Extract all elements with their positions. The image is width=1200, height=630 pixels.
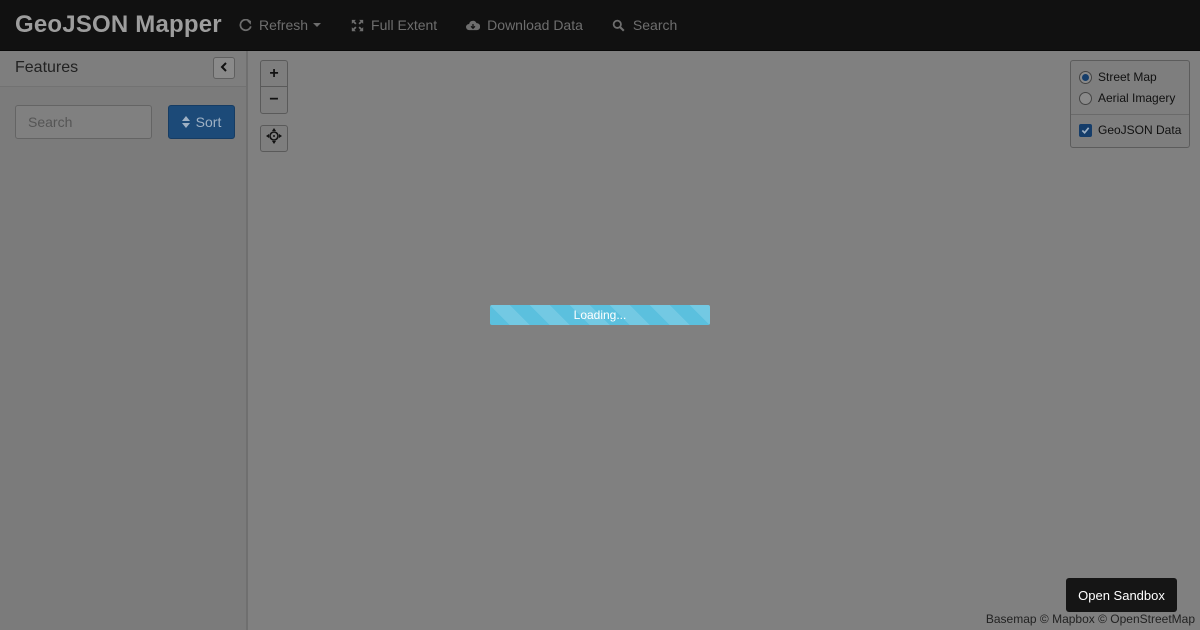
feature-search-input[interactable] bbox=[15, 105, 152, 139]
basemap-street-map[interactable]: Street Map bbox=[1079, 70, 1157, 84]
geojson-data-checkbox[interactable] bbox=[1079, 123, 1092, 137]
basemap-aerial-imagery[interactable]: Aerial Imagery bbox=[1079, 91, 1175, 105]
search-icon bbox=[612, 18, 626, 32]
sort-button[interactable]: Sort bbox=[168, 105, 235, 139]
full-extent-button[interactable]: Full Extent bbox=[350, 0, 437, 51]
aerial-imagery-label: Aerial Imagery bbox=[1098, 91, 1176, 105]
refresh-icon bbox=[238, 18, 252, 32]
refresh-label: Refresh bbox=[259, 17, 309, 33]
geojson-data-label: GeoJSON Data bbox=[1098, 123, 1182, 137]
full-extent-label: Full Extent bbox=[371, 17, 438, 33]
zoom-out-button[interactable]: − bbox=[261, 87, 287, 113]
crosshair-icon bbox=[266, 128, 282, 149]
download-data-label: Download Data bbox=[487, 17, 583, 33]
navbar: GeoJSON Mapper Refresh Full Extent Downl… bbox=[0, 0, 1200, 51]
zoom-in-button[interactable]: + bbox=[261, 61, 287, 87]
sidebar-header: Features bbox=[0, 51, 246, 87]
sidebar-collapse-button[interactable] bbox=[213, 57, 235, 79]
sort-label: Sort bbox=[195, 114, 222, 130]
sort-icon bbox=[181, 116, 190, 128]
refresh-menu[interactable]: Refresh bbox=[238, 0, 322, 51]
zoom-control: + − bbox=[260, 60, 288, 114]
street-map-radio[interactable] bbox=[1079, 70, 1092, 84]
layer-separator bbox=[1071, 114, 1189, 115]
chevron-left-icon bbox=[219, 59, 229, 77]
app-brand[interactable]: GeoJSON Mapper bbox=[0, 11, 238, 39]
download-data-button[interactable]: Download Data bbox=[466, 0, 583, 51]
loading-progress-bar: Loading... bbox=[490, 305, 710, 325]
open-sandbox-button[interactable]: Open Sandbox bbox=[1066, 578, 1177, 612]
search-label: Search bbox=[632, 17, 678, 33]
locate-button[interactable] bbox=[260, 125, 288, 152]
expand-icon bbox=[350, 18, 364, 32]
map-area[interactable] bbox=[250, 51, 1200, 630]
loading-text: Loading... bbox=[573, 308, 627, 322]
aerial-imagery-radio[interactable] bbox=[1079, 91, 1092, 105]
overlay-geojson-data[interactable]: GeoJSON Data bbox=[1079, 123, 1181, 137]
layer-control: Street Map Aerial Imagery GeoJSON Data bbox=[1070, 60, 1190, 148]
street-map-label: Street Map bbox=[1098, 70, 1157, 84]
sidebar-title: Features bbox=[15, 59, 79, 76]
sidebar: Features Sort bbox=[0, 51, 248, 630]
cloud-download-icon bbox=[466, 18, 481, 32]
search-button[interactable]: Search bbox=[612, 0, 677, 51]
map-attribution: Basemap © Mapbox © OpenStreetMap bbox=[985, 612, 1195, 626]
caret-down-icon bbox=[313, 23, 322, 27]
